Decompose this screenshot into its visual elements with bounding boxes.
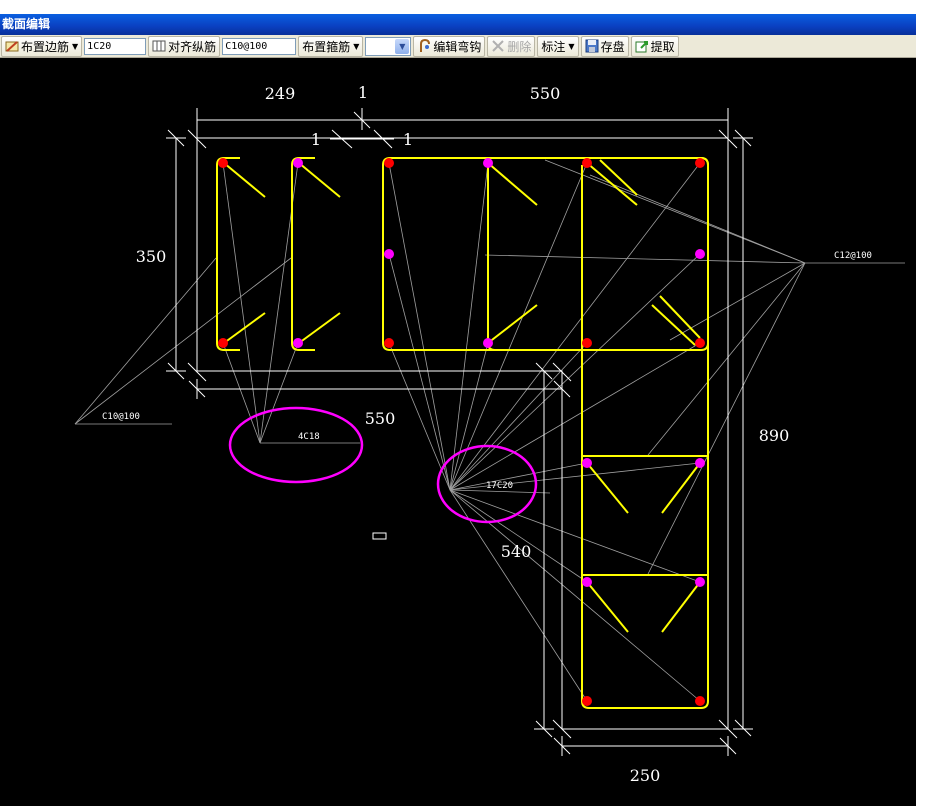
dropdown-arrow-icon: ▼	[568, 41, 575, 51]
stirrup-type-select[interactable]: ▼	[365, 36, 412, 56]
place-stirrup-button[interactable]: 布置箍筋 ▼	[298, 35, 364, 57]
place-stirrup-label: 布置箍筋	[302, 39, 351, 54]
edge-bar-input[interactable]	[84, 37, 147, 55]
corner-bar	[582, 158, 592, 168]
dim-top-right: 550	[530, 84, 561, 103]
section-mark-right: 1	[403, 130, 413, 149]
delete-icon	[491, 39, 505, 53]
dim-bottom: 250	[630, 766, 661, 785]
corner-bar	[384, 338, 394, 348]
align-bars-button[interactable]: 对齐纵筋	[148, 35, 221, 57]
dropdown-arrow-icon: ▼	[72, 41, 79, 51]
align-icon	[152, 39, 166, 53]
dim-left: 350	[136, 247, 167, 266]
delete-button[interactable]: 删除	[487, 35, 536, 57]
stirrups	[216, 157, 709, 709]
extract-label: 提取	[650, 39, 675, 54]
window-title: 截面编辑	[0, 14, 930, 35]
corner-bar	[695, 696, 705, 706]
label-17c20: 17C20	[486, 481, 513, 491]
mid-bar	[384, 249, 394, 259]
section-outline	[166, 108, 753, 756]
edit-hook-label: 编辑弯钩	[433, 39, 482, 54]
mid-bar	[695, 249, 705, 259]
edit-hook-button[interactable]: 编辑弯钩	[413, 35, 486, 57]
dim-mid: 550	[365, 409, 396, 428]
label-c12-100: C12@100	[834, 251, 872, 261]
annotate-label: 标注	[541, 39, 566, 54]
dim-top-mid: 1	[358, 83, 368, 102]
mid-bar	[695, 577, 705, 587]
extract-button[interactable]: 提取	[630, 35, 679, 57]
annotate-button[interactable]: 标注 ▼	[537, 35, 579, 57]
mid-bar	[695, 458, 705, 468]
mid-bar	[483, 338, 493, 348]
drawing-canvas[interactable]: 249 1 550 1 1 350 890 550 540 250 C12@10…	[0, 58, 916, 806]
mid-bar	[293, 338, 303, 348]
top-strip	[0, 0, 930, 14]
mid-bar	[582, 577, 592, 587]
corner-bar	[695, 338, 705, 348]
callout-4c18	[228, 406, 364, 484]
chevron-down-icon: ▼	[395, 38, 410, 54]
dim-lower: 540	[501, 542, 532, 561]
label-c10-100: C10@100	[102, 412, 140, 422]
dim-right: 890	[759, 426, 790, 445]
place-edge-bar-button[interactable]: 布置边筋 ▼	[1, 35, 83, 57]
corner-bar	[582, 696, 592, 706]
stirrup-input[interactable]	[222, 37, 297, 55]
place-edge-bar-label: 布置边筋	[21, 39, 70, 54]
save-icon	[585, 39, 599, 53]
corner-bar	[384, 158, 394, 168]
corner-bar	[695, 158, 705, 168]
label-4c18: 4C18	[298, 432, 320, 442]
mid-bar	[483, 158, 493, 168]
save-button[interactable]: 存盘	[580, 35, 629, 57]
extract-icon	[635, 39, 649, 53]
right-edge	[916, 14, 930, 810]
edge-bar-icon	[5, 39, 19, 53]
dropdown-arrow-icon: ▼	[353, 41, 360, 51]
mid-bar	[582, 458, 592, 468]
dim-top-left: 249	[265, 84, 296, 103]
section-mark-left: 1	[311, 130, 321, 149]
corner-bar	[218, 158, 228, 168]
corner-bar	[582, 338, 592, 348]
bottom-edge	[0, 806, 916, 810]
align-bars-label: 对齐纵筋	[168, 39, 217, 54]
toolbar: 布置边筋 ▼ 对齐纵筋 布置箍筋 ▼ ▼ 编辑弯钩 删除 标注 ▼ 存盘	[0, 35, 916, 58]
mid-bar	[293, 158, 303, 168]
corner-bar	[218, 338, 228, 348]
delete-label: 删除	[507, 39, 532, 54]
save-label: 存盘	[600, 39, 625, 54]
hook-icon	[417, 38, 431, 53]
